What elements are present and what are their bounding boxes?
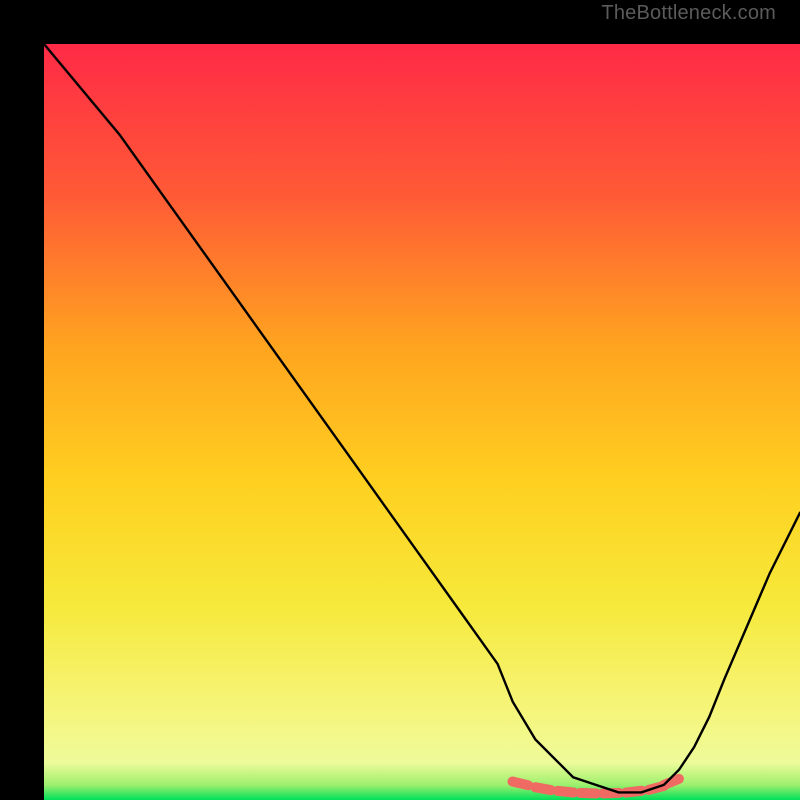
bottleneck-chart — [44, 44, 800, 800]
gradient-background — [44, 44, 800, 800]
chart-frame — [22, 22, 778, 778]
watermark: TheBottleneck.com — [601, 2, 776, 25]
marker-segment — [535, 787, 551, 790]
marker-segment — [512, 782, 528, 786]
marker-segment — [558, 791, 574, 793]
marker-segment — [580, 793, 596, 794]
